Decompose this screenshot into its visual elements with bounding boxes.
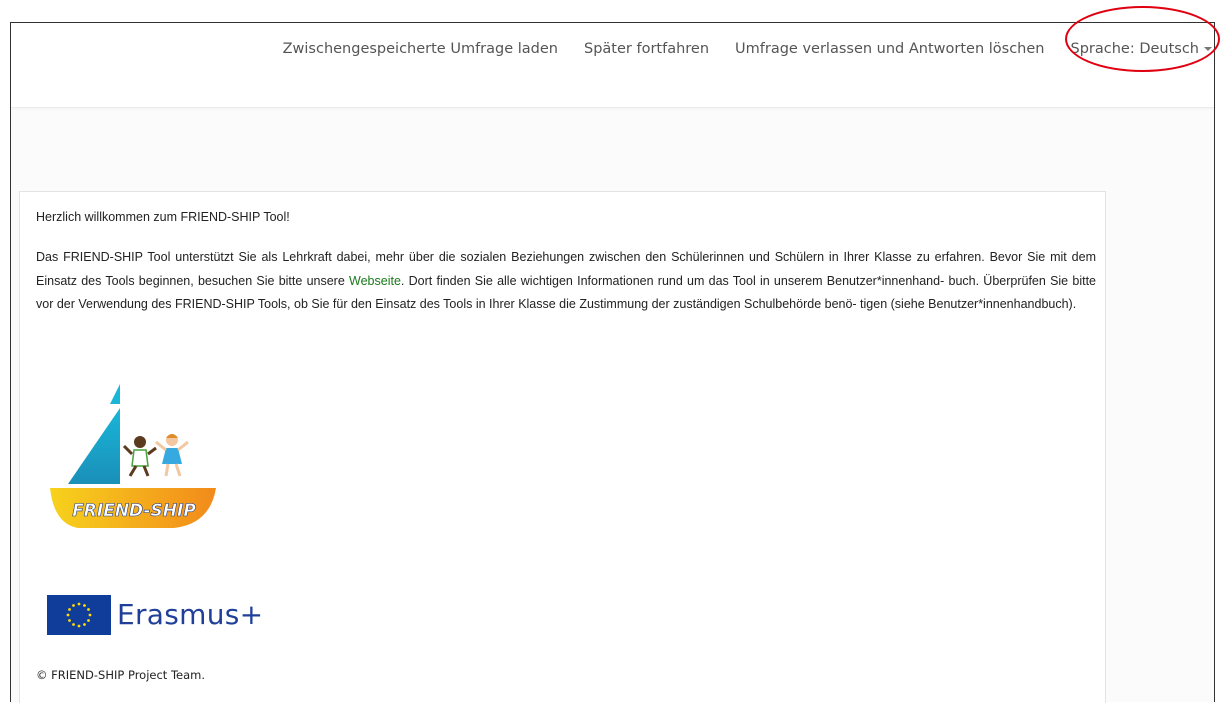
continue-later-link[interactable]: Später fortfahren bbox=[571, 41, 722, 57]
friendship-logo: FRIEND-SHIP bbox=[50, 384, 216, 528]
erasmus-plus-wordmark: Erasmus+ bbox=[117, 598, 264, 631]
top-navbar: Zwischengespeicherte Umfrage laden Späte… bbox=[11, 6, 1220, 108]
children-figures bbox=[122, 434, 189, 477]
nav-menu: Zwischengespeicherte Umfrage laden Späte… bbox=[270, 23, 1214, 75]
eu-flag-icon bbox=[47, 595, 111, 635]
exit-and-delete-link[interactable]: Umfrage verlassen und Antworten löschen bbox=[722, 41, 1057, 57]
sail-top bbox=[110, 384, 120, 404]
welcome-card: Herzlich willkommen zum FRIEND-SHIP Tool… bbox=[19, 191, 1106, 703]
erasmus-plus-logo: Erasmus+ bbox=[47, 595, 267, 641]
caret-down-icon bbox=[1204, 47, 1212, 51]
language-dropdown[interactable]: Sprache: Deutsch bbox=[1057, 41, 1214, 57]
browser-frame: Zwischengespeicherte Umfrage laden Späte… bbox=[10, 6, 1220, 703]
load-saved-survey-link[interactable]: Zwischengespeicherte Umfrage laden bbox=[270, 41, 571, 57]
sail-main bbox=[68, 408, 120, 484]
language-label: Sprache: Deutsch bbox=[1070, 41, 1199, 57]
footer-copyright: © FRIEND-SHIP Project Team. bbox=[36, 668, 206, 682]
intro-text: Das FRIEND-SHIP Tool unterstützt Sie als… bbox=[36, 246, 1096, 317]
welcome-heading: Herzlich willkommen zum FRIEND-SHIP Tool… bbox=[36, 210, 290, 224]
friendship-wordmark: FRIEND-SHIP bbox=[72, 501, 196, 521]
website-link[interactable]: Webseite bbox=[349, 274, 401, 288]
